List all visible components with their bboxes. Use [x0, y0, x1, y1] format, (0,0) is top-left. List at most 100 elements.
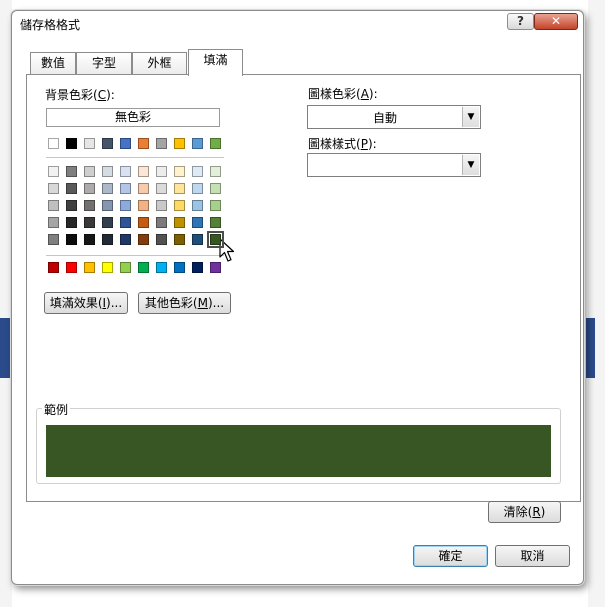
color-swatch[interactable]: [192, 200, 203, 211]
tab-fill[interactable]: 填滿: [188, 49, 243, 76]
color-swatch[interactable]: [138, 234, 149, 245]
color-swatch[interactable]: [48, 200, 59, 211]
color-swatch[interactable]: [120, 200, 131, 211]
color-swatch[interactable]: [120, 138, 131, 149]
sample-label: 範例: [42, 401, 71, 418]
pattern-color-label: 圖樣色彩(A):: [308, 87, 378, 101]
color-swatch[interactable]: [156, 183, 167, 194]
pattern-color-dropdown[interactable]: 自動 ▼: [307, 105, 481, 129]
color-swatch[interactable]: [102, 138, 113, 149]
color-swatch[interactable]: [192, 234, 203, 245]
color-swatch[interactable]: [174, 183, 185, 194]
color-swatch[interactable]: [66, 138, 77, 149]
color-swatch[interactable]: [84, 166, 95, 177]
color-swatch[interactable]: [192, 217, 203, 228]
chevron-down-icon[interactable]: ▼: [462, 107, 479, 127]
cancel-button[interactable]: 取消: [495, 545, 570, 567]
color-swatch[interactable]: [84, 234, 95, 245]
color-swatch[interactable]: [138, 166, 149, 177]
color-swatch[interactable]: [120, 166, 131, 177]
color-swatch[interactable]: [84, 262, 95, 273]
tab-label: 外框: [147, 56, 172, 70]
color-swatch[interactable]: [174, 234, 185, 245]
color-swatch[interactable]: [207, 231, 224, 248]
color-swatch[interactable]: [120, 217, 131, 228]
color-swatch[interactable]: [48, 166, 59, 177]
color-swatch[interactable]: [102, 217, 113, 228]
tab-font[interactable]: 字型: [76, 52, 132, 74]
color-swatch[interactable]: [84, 217, 95, 228]
color-swatch[interactable]: [48, 138, 59, 149]
ok-button[interactable]: 確定: [413, 545, 488, 567]
pattern-color-value: 自動: [372, 111, 397, 125]
color-swatch[interactable]: [174, 200, 185, 211]
color-swatch[interactable]: [138, 138, 149, 149]
color-swatch[interactable]: [102, 200, 113, 211]
color-swatch[interactable]: [210, 217, 221, 228]
color-swatch[interactable]: [192, 183, 203, 194]
color-swatch[interactable]: [120, 183, 131, 194]
color-swatch[interactable]: [102, 234, 113, 245]
color-swatch[interactable]: [102, 166, 113, 177]
color-swatch[interactable]: [138, 200, 149, 211]
color-swatch[interactable]: [192, 262, 203, 273]
color-swatch[interactable]: [66, 262, 77, 273]
color-swatch[interactable]: [48, 262, 59, 273]
color-swatch[interactable]: [210, 166, 221, 177]
color-swatch[interactable]: [210, 262, 221, 273]
color-swatch[interactable]: [192, 166, 203, 177]
close-icon: ✕: [550, 14, 562, 28]
color-swatch[interactable]: [210, 200, 221, 211]
palette-divider: [46, 157, 224, 158]
color-swatch[interactable]: [66, 217, 77, 228]
dialog-title: 儲存格格式: [20, 18, 81, 32]
color-swatch[interactable]: [66, 166, 77, 177]
color-swatch[interactable]: [66, 234, 77, 245]
palette-divider: [46, 255, 224, 256]
color-swatch[interactable]: [156, 262, 167, 273]
color-swatch[interactable]: [156, 217, 167, 228]
color-swatch[interactable]: [138, 183, 149, 194]
tab-label: 數值: [40, 56, 65, 70]
tab-label: 字型: [91, 56, 116, 70]
color-swatch[interactable]: [192, 138, 203, 149]
more-colors-button[interactable]: 其他色彩(M)...: [138, 292, 231, 314]
color-swatch[interactable]: [156, 200, 167, 211]
color-swatch[interactable]: [66, 183, 77, 194]
no-color-label: 無色彩: [114, 110, 151, 124]
close-button[interactable]: ✕: [534, 13, 578, 30]
color-swatch[interactable]: [174, 217, 185, 228]
fill-effects-button[interactable]: 填滿效果(I)...: [44, 292, 128, 314]
color-swatch[interactable]: [84, 200, 95, 211]
color-swatch[interactable]: [174, 166, 185, 177]
color-swatch[interactable]: [138, 217, 149, 228]
tab-number[interactable]: 數值: [30, 52, 76, 74]
tab-border[interactable]: 外框: [132, 52, 187, 74]
color-swatch[interactable]: [48, 234, 59, 245]
color-swatch[interactable]: [84, 183, 95, 194]
color-swatch[interactable]: [156, 138, 167, 149]
color-swatch[interactable]: [138, 262, 149, 273]
color-swatch[interactable]: [102, 183, 113, 194]
color-swatch[interactable]: [156, 166, 167, 177]
pattern-style-dropdown[interactable]: ▼: [307, 153, 481, 177]
color-swatch[interactable]: [102, 262, 113, 273]
color-swatch[interactable]: [48, 183, 59, 194]
color-swatch[interactable]: [66, 200, 77, 211]
color-swatch[interactable]: [174, 138, 185, 149]
ok-label: 確定: [438, 549, 463, 563]
color-swatch[interactable]: [210, 183, 221, 194]
no-color-button[interactable]: 無色彩: [46, 108, 220, 127]
clear-button[interactable]: 清除(R): [488, 501, 561, 523]
mouse-cursor-icon: [219, 238, 235, 262]
color-swatch[interactable]: [174, 262, 185, 273]
color-swatch[interactable]: [120, 262, 131, 273]
help-button[interactable]: ?: [507, 13, 534, 30]
color-swatch[interactable]: [156, 234, 167, 245]
color-swatch[interactable]: [48, 217, 59, 228]
chevron-down-icon[interactable]: ▼: [462, 155, 479, 175]
color-swatch[interactable]: [84, 138, 95, 149]
cancel-label: 取消: [520, 549, 545, 563]
color-swatch[interactable]: [120, 234, 131, 245]
color-swatch[interactable]: [210, 138, 221, 149]
